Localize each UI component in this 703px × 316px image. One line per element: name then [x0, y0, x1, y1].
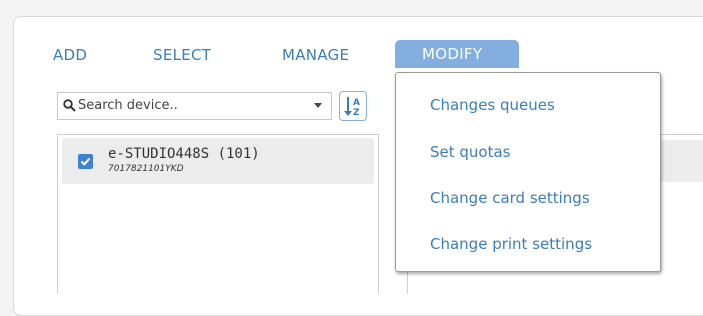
svg-text:A: A	[353, 98, 360, 108]
menu-item-change-print-settings[interactable]: Change print settings	[430, 234, 592, 254]
menu-item-changes-queues[interactable]: Changes queues	[430, 95, 555, 115]
nav-modify[interactable]: MODIFY	[395, 40, 519, 68]
menu-item-set-quotas[interactable]: Set quotas	[430, 142, 511, 162]
nav-manage[interactable]: MANAGE	[282, 45, 349, 65]
menu-item-change-card-settings[interactable]: Change card settings	[430, 188, 590, 208]
device-checkbox[interactable]	[78, 154, 93, 169]
sort-az-icon: A Z	[344, 97, 360, 118]
device-serial: 7017821101YKD	[108, 164, 184, 174]
chevron-down-icon[interactable]	[313, 100, 323, 110]
nav-select[interactable]: SELECT	[153, 45, 211, 65]
search-icon	[63, 99, 76, 112]
search-input[interactable]: Search device..	[57, 92, 332, 120]
search-placeholder: Search device..	[78, 98, 178, 113]
sort-az-button[interactable]: A Z	[339, 91, 367, 121]
svg-text:Z: Z	[353, 108, 360, 118]
nav-add[interactable]: ADD	[53, 45, 87, 65]
checkmark-icon	[80, 157, 91, 166]
device-name: e-STUDIO448S (101)	[108, 146, 260, 162]
